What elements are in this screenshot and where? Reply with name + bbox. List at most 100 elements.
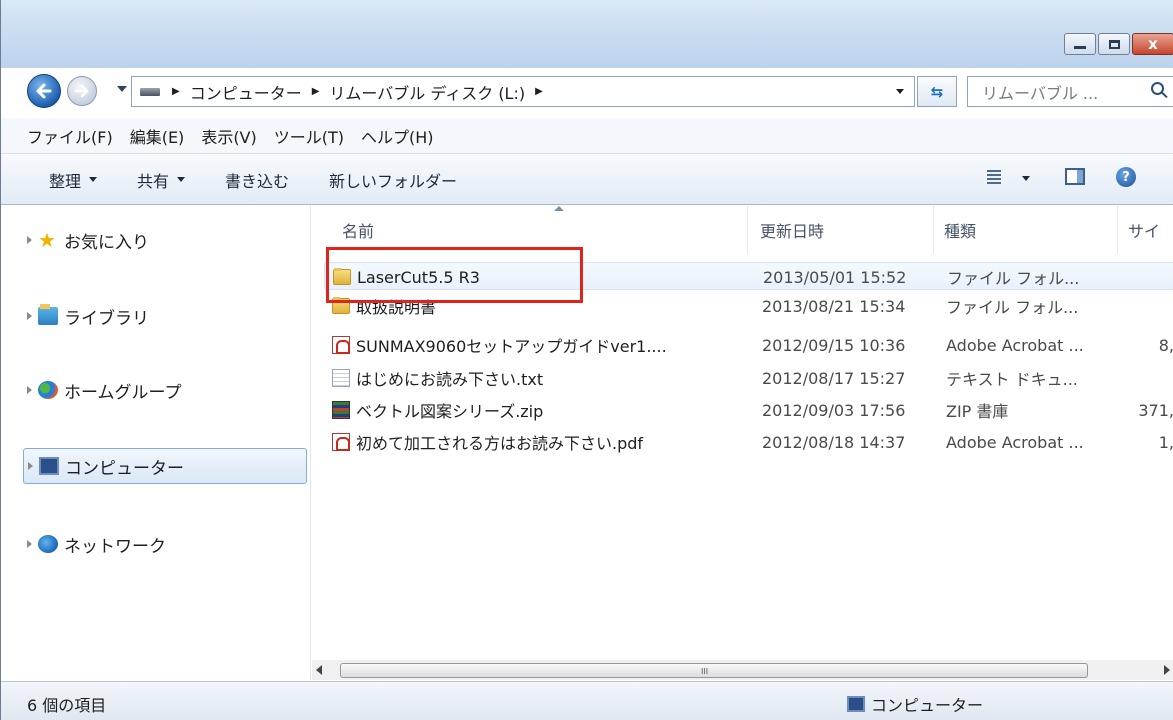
back-arrow-icon <box>36 83 52 99</box>
share-label: 共有 <box>137 171 170 191</box>
address-bar[interactable]: ▶ コンピューター ▶ リムーバブル ディスク (L:) ▶ <box>131 76 915 107</box>
file-name: SUNMAX9060セットアップガイドver1.... <box>356 337 667 356</box>
breadcrumb-arrow-icon[interactable]: ▶ <box>535 86 543 97</box>
file-size: 1, <box>1158 432 1173 452</box>
expand-icon[interactable] <box>27 386 32 394</box>
share-button[interactable]: 共有 <box>137 168 186 192</box>
nav-network[interactable]: ネットワーク <box>23 526 166 562</box>
help-icon[interactable]: ? <box>1116 167 1136 187</box>
sort-ascending-icon <box>554 206 564 211</box>
view-options-icon[interactable] <box>987 170 1001 184</box>
burn-button[interactable]: 書き込む <box>225 168 289 192</box>
scroll-right-icon[interactable] <box>1164 665 1170 675</box>
breadcrumb-computer[interactable]: コンピューター <box>190 80 302 104</box>
status-bar: 6 個の項目 コンピューター <box>1 681 1173 720</box>
horizontal-scrollbar[interactable]: III <box>312 660 1173 680</box>
column-header-type[interactable]: 種類 <box>934 206 1118 254</box>
scrollbar-grip: III <box>701 667 709 676</box>
scrollbar-thumb[interactable]: III <box>340 663 1088 678</box>
file-row[interactable]: はじめにお読み下さい.txt 2012/08/17 15:27 テキスト ドキュ… <box>324 364 1173 392</box>
preview-pane-icon[interactable] <box>1065 168 1085 185</box>
pdf-icon <box>332 336 350 354</box>
column-date-label: 更新日時 <box>760 222 825 241</box>
column-type-label: 種類 <box>944 222 977 241</box>
file-date: 2013/08/21 15:34 <box>762 296 906 316</box>
file-date: 2012/08/18 14:37 <box>762 432 906 452</box>
nav-computer[interactable]: コンピューター <box>23 448 307 484</box>
network-icon <box>38 535 58 553</box>
new-folder-label: 新しいフォルダー <box>329 171 458 191</box>
file-type: Adobe Acrobat ... <box>946 432 1084 452</box>
nav-favorites[interactable]: ★ お気に入り <box>23 222 149 258</box>
file-row[interactable]: 初めて加工される方はお読み下さい.pdf 2012/08/18 14:37 Ad… <box>324 428 1173 456</box>
refresh-icon: ⇆ <box>930 82 944 101</box>
minimize-button[interactable] <box>1064 33 1096 55</box>
drive-icon <box>140 87 160 96</box>
new-folder-button[interactable]: 新しいフォルダー <box>329 168 457 192</box>
star-icon: ★ <box>38 228 56 252</box>
file-name: 初めて加工される方はお読み下さい.pdf <box>356 434 644 453</box>
menu-bar: ファイル(F) 編集(E) 表示(V) ツール(T) ヘルプ(H) <box>1 118 1173 154</box>
expand-icon[interactable] <box>27 312 32 320</box>
search-placeholder: リムーバブル ... <box>982 83 1099 103</box>
close-icon: x <box>1148 35 1158 53</box>
homegroup-icon <box>38 381 58 399</box>
expand-icon[interactable] <box>27 236 32 244</box>
forward-button[interactable] <box>67 76 97 106</box>
menu-tools[interactable]: ツール(T) <box>274 124 344 148</box>
library-icon <box>38 304 58 325</box>
nav-homegroup[interactable]: ホームグループ <box>23 372 181 408</box>
close-button[interactable]: x <box>1132 33 1173 55</box>
explorer-window: x ▶ コンピューター ▶ リムーバブル ディスク (L:) ▶ ⇆ リムーバブ… <box>0 0 1173 720</box>
pdf-icon <box>332 433 350 451</box>
back-button[interactable] <box>27 74 61 108</box>
text-file-icon <box>332 369 350 387</box>
nav-libraries-label: ライブラリ <box>64 308 149 329</box>
status-location: コンピューター <box>847 692 983 716</box>
breadcrumb-arrow-icon[interactable]: ▶ <box>312 86 320 97</box>
highlight-annotation <box>326 247 583 303</box>
title-bar: x <box>1 0 1173 68</box>
maximize-icon <box>1108 39 1120 49</box>
file-row[interactable]: SUNMAX9060セットアップガイドver1.... 2012/09/15 1… <box>324 331 1173 359</box>
search-icon[interactable] <box>1151 82 1164 95</box>
search-box[interactable]: リムーバブル ... <box>967 76 1173 107</box>
caption-buttons: x <box>1062 33 1173 55</box>
expand-icon[interactable] <box>28 462 33 470</box>
organize-label: 整理 <box>49 171 82 191</box>
file-date: 2012/09/03 17:56 <box>762 400 906 420</box>
breadcrumb-arrow-icon[interactable]: ▶ <box>172 86 180 97</box>
file-size: 371, <box>1138 400 1173 420</box>
refresh-button[interactable]: ⇆ <box>917 76 957 107</box>
chevron-down-icon <box>177 177 186 182</box>
column-header-date[interactable]: 更新日時 <box>750 206 934 254</box>
file-type: ZIP 書庫 <box>946 402 1009 421</box>
file-type: ファイル フォル... <box>946 298 1079 317</box>
chevron-down-icon[interactable] <box>1022 176 1030 181</box>
column-size-label: サイ <box>1128 222 1161 241</box>
maximize-button[interactable] <box>1098 33 1130 55</box>
recent-pages-dropdown[interactable] <box>117 86 127 92</box>
column-header-size[interactable]: サイ <box>1118 206 1173 254</box>
file-name: ベクトル図案シリーズ.zip <box>356 402 544 421</box>
organize-button[interactable]: 整理 <box>49 168 98 192</box>
computer-icon <box>847 696 865 712</box>
column-name-label: 名前 <box>342 222 375 241</box>
file-type: ファイル フォル... <box>947 269 1080 288</box>
file-date: 2012/08/17 15:27 <box>762 368 906 388</box>
nav-favorites-label: お気に入り <box>64 232 149 253</box>
menu-help[interactable]: ヘルプ(H) <box>361 124 434 148</box>
navigation-pane: ★ お気に入り ライブラリ ホームグループ コンピューター ネットワーク <box>1 206 311 680</box>
expand-icon[interactable] <box>27 540 32 548</box>
menu-view[interactable]: 表示(V) <box>201 124 256 148</box>
file-name: はじめにお読み下さい.txt <box>356 370 544 389</box>
menu-edit[interactable]: 編集(E) <box>130 124 185 148</box>
file-row[interactable]: ベクトル図案シリーズ.zip 2012/09/03 17:56 ZIP 書庫 3… <box>324 396 1173 424</box>
nav-libraries[interactable]: ライブラリ <box>23 298 149 334</box>
address-dropdown-icon[interactable] <box>896 89 904 94</box>
file-type: Adobe Acrobat ... <box>946 335 1084 355</box>
menu-file[interactable]: ファイル(F) <box>27 124 113 148</box>
scroll-left-icon[interactable] <box>316 665 322 675</box>
breadcrumb-removable-disk[interactable]: リムーバブル ディスク (L:) <box>329 80 525 104</box>
file-size: 8, <box>1158 335 1173 355</box>
